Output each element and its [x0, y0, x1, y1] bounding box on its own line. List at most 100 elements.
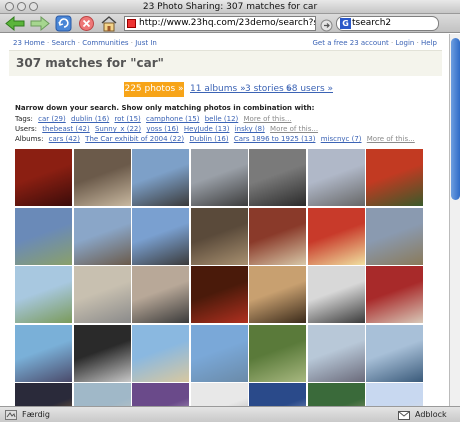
browser-toolbar: http://www.23hq.com/23demo/search?search… [0, 14, 460, 33]
photo-thumbnail[interactable] [73, 324, 131, 382]
title-bar: 23 Photo Sharing: 307 matches for car [0, 0, 460, 14]
photo-thumbnail[interactable] [366, 266, 423, 323]
photo-thumbnail[interactable] [249, 207, 306, 265]
vertical-scrollbar[interactable] [449, 34, 460, 406]
address-bar[interactable]: http://www.23hq.com/23demo/search?search… [124, 16, 316, 31]
photo-thumbnail[interactable] [73, 383, 131, 406]
nav-link-home[interactable]: 23 Home [13, 39, 45, 47]
filter-link[interactable]: The Car exhibit of 2004 (22) [85, 135, 184, 143]
filter-row-users: Users: thebeast (42) Sunny_x (22) yoss (… [15, 125, 321, 133]
filter-link[interactable]: miscnyc (7) [321, 135, 362, 143]
photo-thumbnail[interactable] [132, 383, 189, 406]
more-link[interactable]: More of this... [244, 115, 292, 123]
minimize-window-icon[interactable] [17, 2, 26, 11]
filter-link[interactable]: thebeast (42) [42, 125, 90, 133]
status-bar: Færdig Adblock [0, 406, 460, 422]
scrollbar-thumb[interactable] [451, 38, 460, 200]
photo-thumbnail[interactable] [307, 324, 365, 382]
tab-users[interactable]: 68 users » [286, 84, 333, 94]
nav-link-login[interactable]: Login [395, 39, 414, 47]
account-nav: Get a free 23 account · Login · Help [312, 39, 438, 47]
photo-thumbnail[interactable] [307, 207, 365, 265]
photo-thumbnail[interactable] [190, 383, 248, 406]
zoom-window-icon[interactable] [29, 2, 38, 11]
nav-link-just-in[interactable]: Just In [135, 39, 157, 47]
filter-link[interactable]: Cars 1896 to 1925 (13) [234, 135, 316, 143]
tab-photos[interactable]: 225 photos » [124, 82, 184, 97]
photo-thumbnail[interactable] [307, 383, 365, 406]
photo-thumbnail[interactable] [132, 324, 189, 382]
search-engine-text: tsearch2 [352, 18, 392, 28]
browser-window: 23 Photo Sharing: 307 matches for car ht… [0, 0, 460, 422]
tab-albums[interactable]: 11 albums » [190, 84, 246, 94]
filter-link[interactable]: dublin (16) [71, 115, 109, 123]
filter-link[interactable]: HeyJude (13) [184, 125, 230, 133]
photo-thumbnail[interactable] [15, 149, 72, 206]
back-icon[interactable] [4, 15, 26, 32]
nav-link-search[interactable]: Search [52, 39, 76, 47]
filter-link[interactable]: car (29) [38, 115, 66, 123]
reload-icon[interactable] [55, 15, 72, 32]
nav-link-help[interactable]: Help [421, 39, 437, 47]
filter-link[interactable]: rot (15) [114, 115, 140, 123]
address-text: http://www.23hq.com/23demo/search?search… [139, 18, 315, 28]
filter-link[interactable]: cars (42) [49, 135, 80, 143]
filter-link[interactable]: Sunny_x (22) [95, 125, 141, 133]
status-page-icon [5, 410, 17, 420]
window-title: 23 Photo Sharing: 307 matches for car [142, 2, 318, 12]
home-icon[interactable] [100, 15, 118, 32]
photo-thumbnail[interactable] [15, 383, 72, 406]
forward-icon[interactable] [29, 15, 51, 32]
site-favicon [127, 19, 136, 28]
filter-row-albums: Albums: cars (42) The Car exhibit of 200… [15, 135, 418, 143]
photo-thumbnail[interactable] [366, 207, 423, 265]
photo-thumbnail[interactable] [190, 324, 248, 382]
photo-thumbnail[interactable] [15, 266, 72, 323]
page-title: 307 matches for "car" [16, 56, 164, 70]
photo-thumbnail[interactable] [366, 324, 423, 382]
photo-thumbnail[interactable] [190, 266, 248, 323]
search-engine-field[interactable]: G tsearch2 [336, 16, 439, 31]
more-link[interactable]: More of this... [270, 125, 318, 133]
photo-thumbnail[interactable] [132, 149, 189, 206]
results-header: 307 matches for "car" [9, 50, 442, 76]
filter-row-tags: Tags: car (29) dublin (16) rot (15) camp… [15, 115, 295, 123]
photo-thumbnail[interactable] [132, 207, 189, 265]
adblock-label[interactable]: Adblock [415, 410, 447, 419]
photo-thumbnail[interactable] [190, 149, 248, 206]
filter-link[interactable]: camphone (15) [146, 115, 199, 123]
photo-thumbnail[interactable] [190, 207, 248, 265]
photo-thumbnail[interactable] [73, 266, 131, 323]
photo-thumbnail[interactable] [15, 324, 72, 382]
more-link[interactable]: More of this... [367, 135, 415, 143]
photo-thumbnail[interactable] [73, 207, 131, 265]
go-icon[interactable] [320, 17, 333, 34]
narrow-instructions: Narrow down your search. Show only match… [15, 104, 315, 112]
close-window-icon[interactable] [5, 2, 14, 11]
photo-thumbnail[interactable] [73, 149, 131, 206]
filter-label: Tags: [15, 115, 33, 123]
mail-icon[interactable] [398, 411, 410, 420]
photo-thumbnail[interactable] [307, 266, 365, 323]
filter-label: Users: [15, 125, 37, 133]
photo-thumbnail[interactable] [249, 149, 306, 206]
filter-label: Albums: [15, 135, 44, 143]
photo-thumbnail[interactable] [249, 324, 306, 382]
nav-link-free-account[interactable]: Get a free 23 account [313, 39, 389, 47]
filter-link[interactable]: insky (8) [235, 125, 265, 133]
filter-link[interactable]: belle (12) [205, 115, 239, 123]
photo-thumbnail[interactable] [249, 266, 306, 323]
nav-link-communities[interactable]: Communities [82, 39, 128, 47]
photo-thumbnail[interactable] [366, 383, 423, 406]
photo-thumbnail[interactable] [249, 383, 306, 406]
photo-thumbnail[interactable] [132, 266, 189, 323]
photo-thumbnail[interactable] [366, 149, 423, 206]
photo-thumbnail[interactable] [15, 207, 72, 265]
status-text: Færdig [22, 410, 50, 419]
filter-link[interactable]: yoss (16) [146, 125, 178, 133]
photo-thumbnail[interactable] [307, 149, 365, 206]
google-icon[interactable]: G [340, 18, 351, 29]
stop-icon[interactable] [78, 15, 95, 32]
site-nav: 23 Home · Search · Communities · Just In [13, 39, 157, 47]
filter-link[interactable]: Dublin (16) [189, 135, 228, 143]
